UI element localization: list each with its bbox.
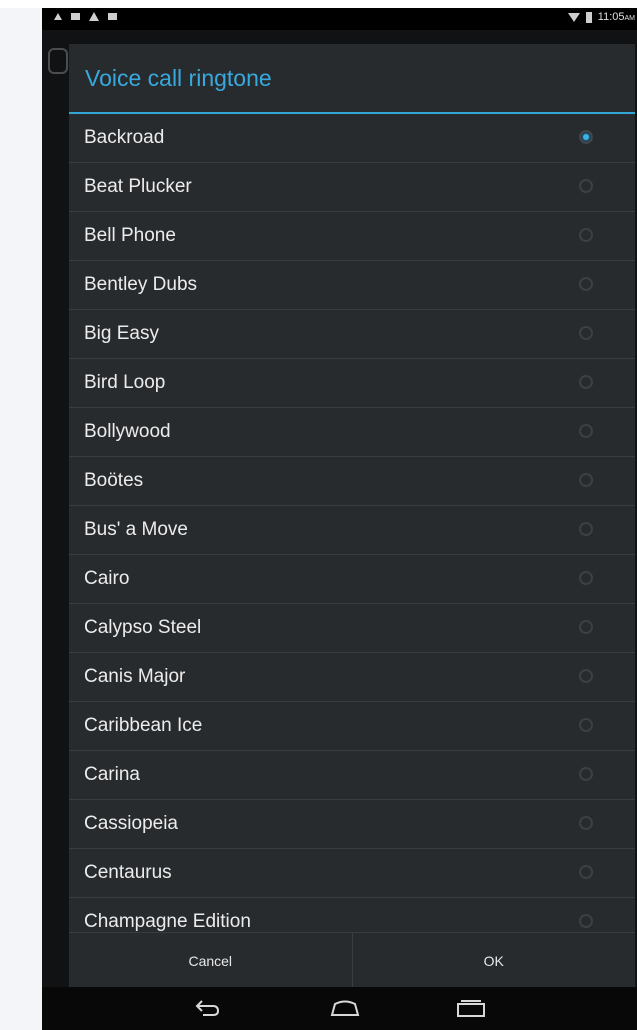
ringtone-item[interactable]: Champagne Edition xyxy=(69,898,635,932)
ringtone-label: Caribbean Ice xyxy=(84,715,203,736)
clock: 11:05AM xyxy=(597,11,635,23)
ringtone-label: Bird Loop xyxy=(84,372,166,393)
ringtone-item[interactable]: Calypso Steel xyxy=(69,604,635,653)
notification-box-icon xyxy=(71,13,80,20)
ringtone-item[interactable]: Beat Plucker xyxy=(69,163,635,212)
notification-icons xyxy=(54,12,117,21)
background-app-icon xyxy=(48,48,68,74)
radio-button[interactable] xyxy=(579,816,593,830)
ringtone-item[interactable]: Caribbean Ice xyxy=(69,702,635,751)
ringtone-label: Beat Plucker xyxy=(84,176,192,197)
radio-button[interactable] xyxy=(579,620,593,634)
radio-button[interactable] xyxy=(579,718,593,732)
radio-button[interactable] xyxy=(579,522,593,536)
ringtone-item[interactable]: Bus' a Move xyxy=(69,506,635,555)
wifi-icon xyxy=(567,12,580,22)
back-icon[interactable] xyxy=(194,999,220,1017)
ringtone-dialog: Voice call ringtone Backroad Beat Plucker… xyxy=(69,44,635,988)
radio-button[interactable] xyxy=(579,571,593,585)
ringtone-item[interactable]: Boötes xyxy=(69,457,635,506)
recent-apps-icon[interactable] xyxy=(455,999,487,1017)
radio-button[interactable] xyxy=(579,767,593,781)
ok-button[interactable]: OK xyxy=(351,933,636,988)
ringtone-item[interactable]: Bell Phone xyxy=(69,212,635,261)
ringtone-item[interactable]: Carina xyxy=(69,751,635,800)
radio-button[interactable] xyxy=(579,865,593,879)
ringtone-label: Big Easy xyxy=(84,323,159,344)
image-icon xyxy=(108,13,117,20)
radio-button[interactable] xyxy=(579,326,593,340)
ringtone-item[interactable]: Backroad xyxy=(69,114,635,163)
ringtone-label: Bollywood xyxy=(84,421,171,442)
ringtone-label: Bus' a Move xyxy=(84,519,188,540)
cancel-button[interactable]: Cancel xyxy=(69,933,352,988)
ringtone-label: Cassiopeia xyxy=(84,813,178,834)
ringtone-label: Bentley Dubs xyxy=(84,274,198,295)
ringtone-label: Calypso Steel xyxy=(84,617,202,638)
ringtone-item[interactable]: Bollywood xyxy=(69,408,635,457)
radio-button[interactable] xyxy=(579,179,593,193)
ringtone-label: Boötes xyxy=(84,470,144,491)
radio-button[interactable] xyxy=(579,375,593,389)
radio-button[interactable] xyxy=(579,473,593,487)
battery-icon xyxy=(585,11,592,23)
top-margin xyxy=(0,0,637,8)
ringtone-item[interactable]: Canis Major xyxy=(69,653,635,702)
ringtone-list[interactable]: Backroad Beat Plucker Bell Phone Bentley Du… xyxy=(69,114,635,932)
ringtone-label: Canis Major xyxy=(84,666,186,687)
radio-button[interactable] xyxy=(579,914,593,928)
phone-screen: 11:05AM Voice call ringtone Backroad Beat… xyxy=(42,8,637,1030)
dialog-buttons: Cancel OK xyxy=(69,932,635,988)
radio-button[interactable] xyxy=(579,669,593,683)
ringtone-label: Cairo xyxy=(84,568,130,589)
dialog-title-bar: Voice call ringtone xyxy=(69,44,635,114)
navigation-bar xyxy=(42,987,637,1030)
system-icons: 11:05AM xyxy=(567,11,635,23)
radio-button[interactable] xyxy=(579,424,593,438)
ringtone-item[interactable]: Bird Loop xyxy=(69,359,635,408)
ringtone-label: Champagne Edition xyxy=(84,911,251,932)
status-bar: 11:05AM xyxy=(42,8,637,30)
dialog-title: Voice call ringtone xyxy=(85,65,272,91)
ringtone-label: Carina xyxy=(84,764,140,785)
ringtone-label: Bell Phone xyxy=(84,225,176,246)
ringtone-item[interactable]: Bentley Dubs xyxy=(69,261,635,310)
home-icon[interactable] xyxy=(329,999,361,1017)
radio-button[interactable] xyxy=(579,228,593,242)
ringtone-label: Backroad xyxy=(84,127,165,148)
ringtone-item[interactable]: Cassiopeia xyxy=(69,800,635,849)
radio-selected[interactable] xyxy=(579,130,593,144)
ringtone-item[interactable]: Centaurus xyxy=(69,849,635,898)
radio-button[interactable] xyxy=(579,277,593,291)
warning-icon xyxy=(89,12,99,21)
ringtone-label: Centaurus xyxy=(84,862,172,883)
upload-icon xyxy=(54,13,62,20)
ringtone-item[interactable]: Cairo xyxy=(69,555,635,604)
ringtone-item[interactable]: Big Easy xyxy=(69,310,635,359)
